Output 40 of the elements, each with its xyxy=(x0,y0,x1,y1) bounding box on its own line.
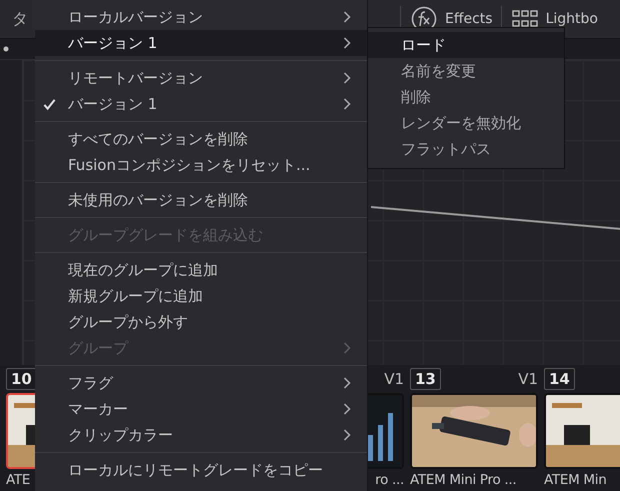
chevron-right-icon xyxy=(343,11,351,23)
clip-number: 13 xyxy=(410,368,441,390)
menu-item[interactable]: 新規グループに追加 xyxy=(35,283,367,309)
chevron-right-icon xyxy=(343,342,351,354)
grid-icon xyxy=(512,9,538,29)
check-icon xyxy=(43,98,56,111)
chevron-right-icon xyxy=(343,72,351,84)
clip-title: ro ... xyxy=(375,472,404,488)
menu-item[interactable]: Fusionコンポジションをリセット... xyxy=(35,152,367,178)
menu-item[interactable]: 名前を変更 xyxy=(368,58,564,84)
chevron-right-icon xyxy=(343,98,351,110)
menu-item[interactable]: レンダーを無効化 xyxy=(368,110,564,136)
menu-item[interactable]: ローカルバージョン xyxy=(35,4,367,30)
toolbar-label: タ xyxy=(12,8,28,30)
menu-item[interactable]: 現在のグループに追加 xyxy=(35,257,367,283)
menu-item[interactable]: クリップカラー xyxy=(35,422,367,448)
menu-item[interactable]: フラグ xyxy=(35,370,367,396)
toolbar-button[interactable]: Lightbo xyxy=(502,9,598,29)
clip-title: ATEM Mini Pro ... xyxy=(410,472,516,488)
menu-item[interactable]: リモートバージョン xyxy=(35,65,367,91)
menu-item[interactable]: フラットパス xyxy=(368,136,564,162)
dot-icon xyxy=(3,46,9,52)
chevron-right-icon xyxy=(343,403,351,415)
track-label: V1 xyxy=(384,370,404,388)
menu-item[interactable]: バージョン 1 xyxy=(35,91,367,117)
menu-item[interactable]: すべてのバージョンを削除 xyxy=(35,126,367,152)
chevron-right-icon xyxy=(343,37,351,49)
chevron-right-icon xyxy=(343,429,351,441)
menu-item[interactable]: グループから外す xyxy=(35,309,367,335)
menu-item[interactable]: 削除 xyxy=(368,84,564,110)
menu-item[interactable]: ロード xyxy=(368,32,564,58)
menu-item[interactable]: 未使用のバージョンを削除 xyxy=(35,187,367,213)
menu-item[interactable]: ローカルにリモートグレードをコピー xyxy=(35,457,367,483)
clip-title: ATE xyxy=(6,472,30,488)
clip-title: ATEM Min xyxy=(544,472,606,488)
menu-item[interactable]: バージョン 1 xyxy=(35,30,367,56)
track-label: V1 xyxy=(518,370,538,388)
chevron-right-icon xyxy=(343,377,351,389)
clip-number: 14 xyxy=(544,368,575,390)
menu-item[interactable]: マーカー xyxy=(35,396,367,422)
